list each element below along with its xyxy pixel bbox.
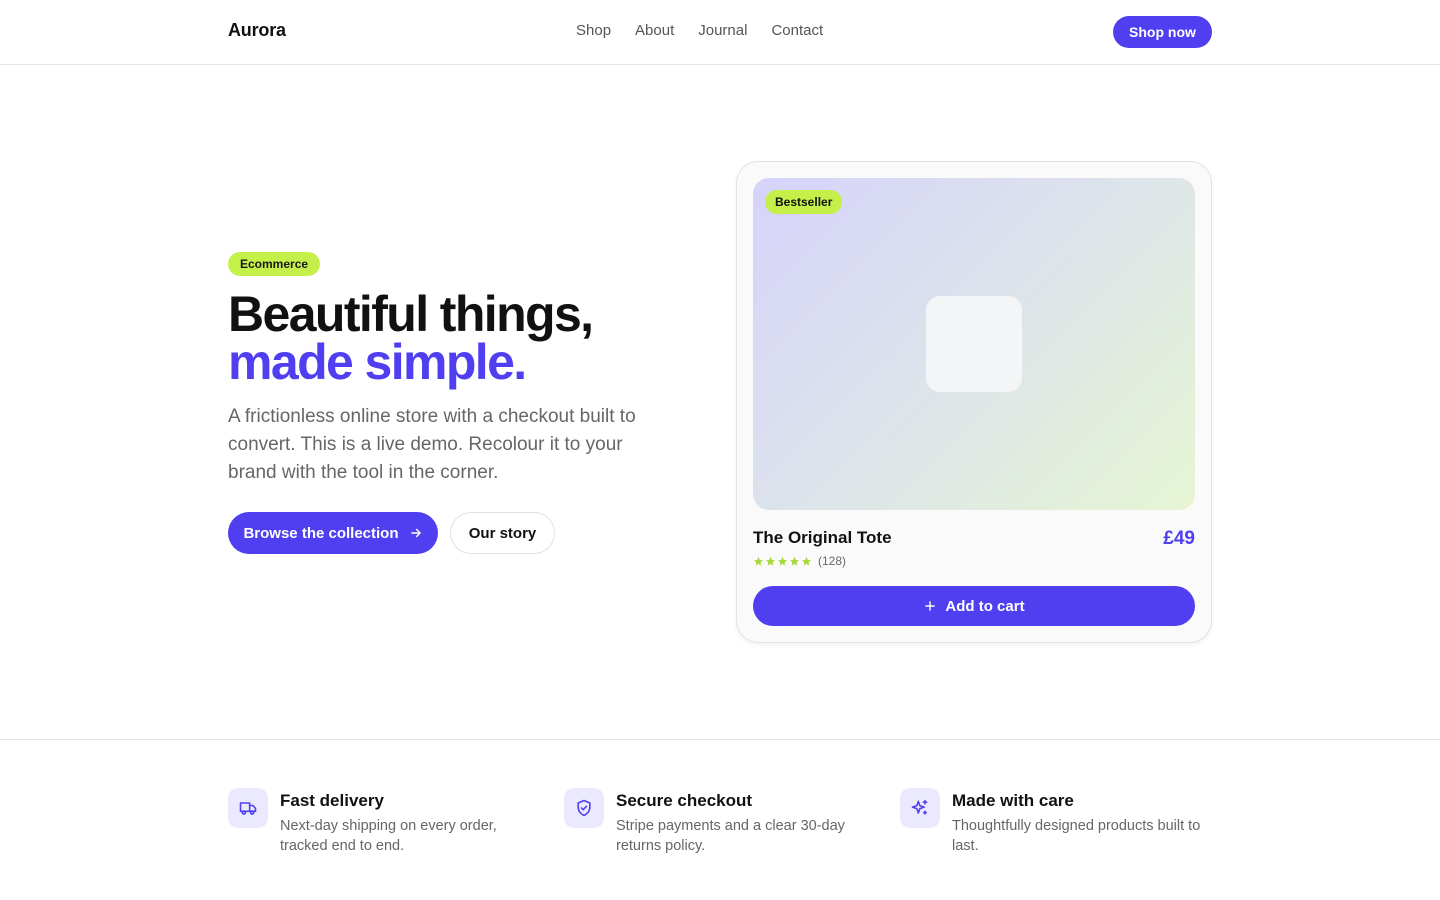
sparkles-icon <box>911 799 928 815</box>
feature-icon-box <box>900 788 940 828</box>
feature-desc: Thoughtfully designed products built to … <box>952 818 1201 854</box>
brand-logo[interactable]: Aurora <box>228 20 286 41</box>
section-divider <box>0 739 1440 740</box>
image-placeholder <box>926 296 1022 392</box>
star-icon <box>789 556 800 566</box>
product-card: Bestseller The Original Tote £49 (128) A… <box>736 161 1212 643</box>
product-image[interactable]: Bestseller <box>753 178 1195 510</box>
hero-title-line2: made simple. <box>228 334 527 390</box>
product-price: £49 <box>1163 528 1195 549</box>
truck-icon <box>239 802 257 815</box>
nav-shop[interactable]: Shop <box>576 22 611 39</box>
star-icon <box>777 556 788 566</box>
hero-title-line1: Beautiful things, <box>228 286 594 342</box>
browse-collection-label: Browse the collection <box>243 524 399 542</box>
feature-title: Fast delivery <box>280 791 384 810</box>
add-to-cart-label: Add to cart <box>945 597 1025 615</box>
feature-desc: Next-day shipping on every order, tracke… <box>280 818 497 854</box>
feature-title: Made with care <box>952 791 1074 810</box>
product-rating: (128) <box>753 554 846 568</box>
nav-contact[interactable]: Contact <box>771 22 823 39</box>
nav-about[interactable]: About <box>635 22 674 39</box>
review-count: (128) <box>818 554 847 568</box>
add-to-cart-button[interactable]: Add to cart <box>753 586 1195 626</box>
rating-stars <box>753 556 812 567</box>
star-icon <box>765 556 776 566</box>
category-tag: Ecommerce <box>228 252 321 276</box>
shop-now-button[interactable]: Shop now <box>1113 16 1212 48</box>
feature-icon-box <box>228 788 268 828</box>
plus-icon <box>925 601 936 611</box>
nav-journal[interactable]: Journal <box>698 22 747 39</box>
product-name[interactable]: The Original Tote <box>753 528 892 548</box>
site-header: Aurora Shop About Journal Contact Shop n… <box>0 0 1440 65</box>
hero-lead: A frictionless online store with a check… <box>228 406 636 483</box>
feature-icon-box <box>564 788 604 828</box>
feature-title: Secure checkout <box>616 791 753 810</box>
star-icon <box>753 556 764 566</box>
hero-title: Beautiful things, made simple. <box>228 286 708 390</box>
feature-desc: Stripe payments and a clear 30-day retur… <box>616 818 845 854</box>
star-icon <box>801 556 812 566</box>
arrow-right-icon <box>410 528 421 538</box>
bestseller-badge: Bestseller <box>765 190 843 214</box>
main-nav: Shop About Journal Contact <box>576 22 823 39</box>
browse-collection-button[interactable]: Browse the collection <box>228 512 438 554</box>
our-story-button[interactable]: Our story <box>450 512 555 554</box>
shield-check-icon <box>577 799 591 817</box>
